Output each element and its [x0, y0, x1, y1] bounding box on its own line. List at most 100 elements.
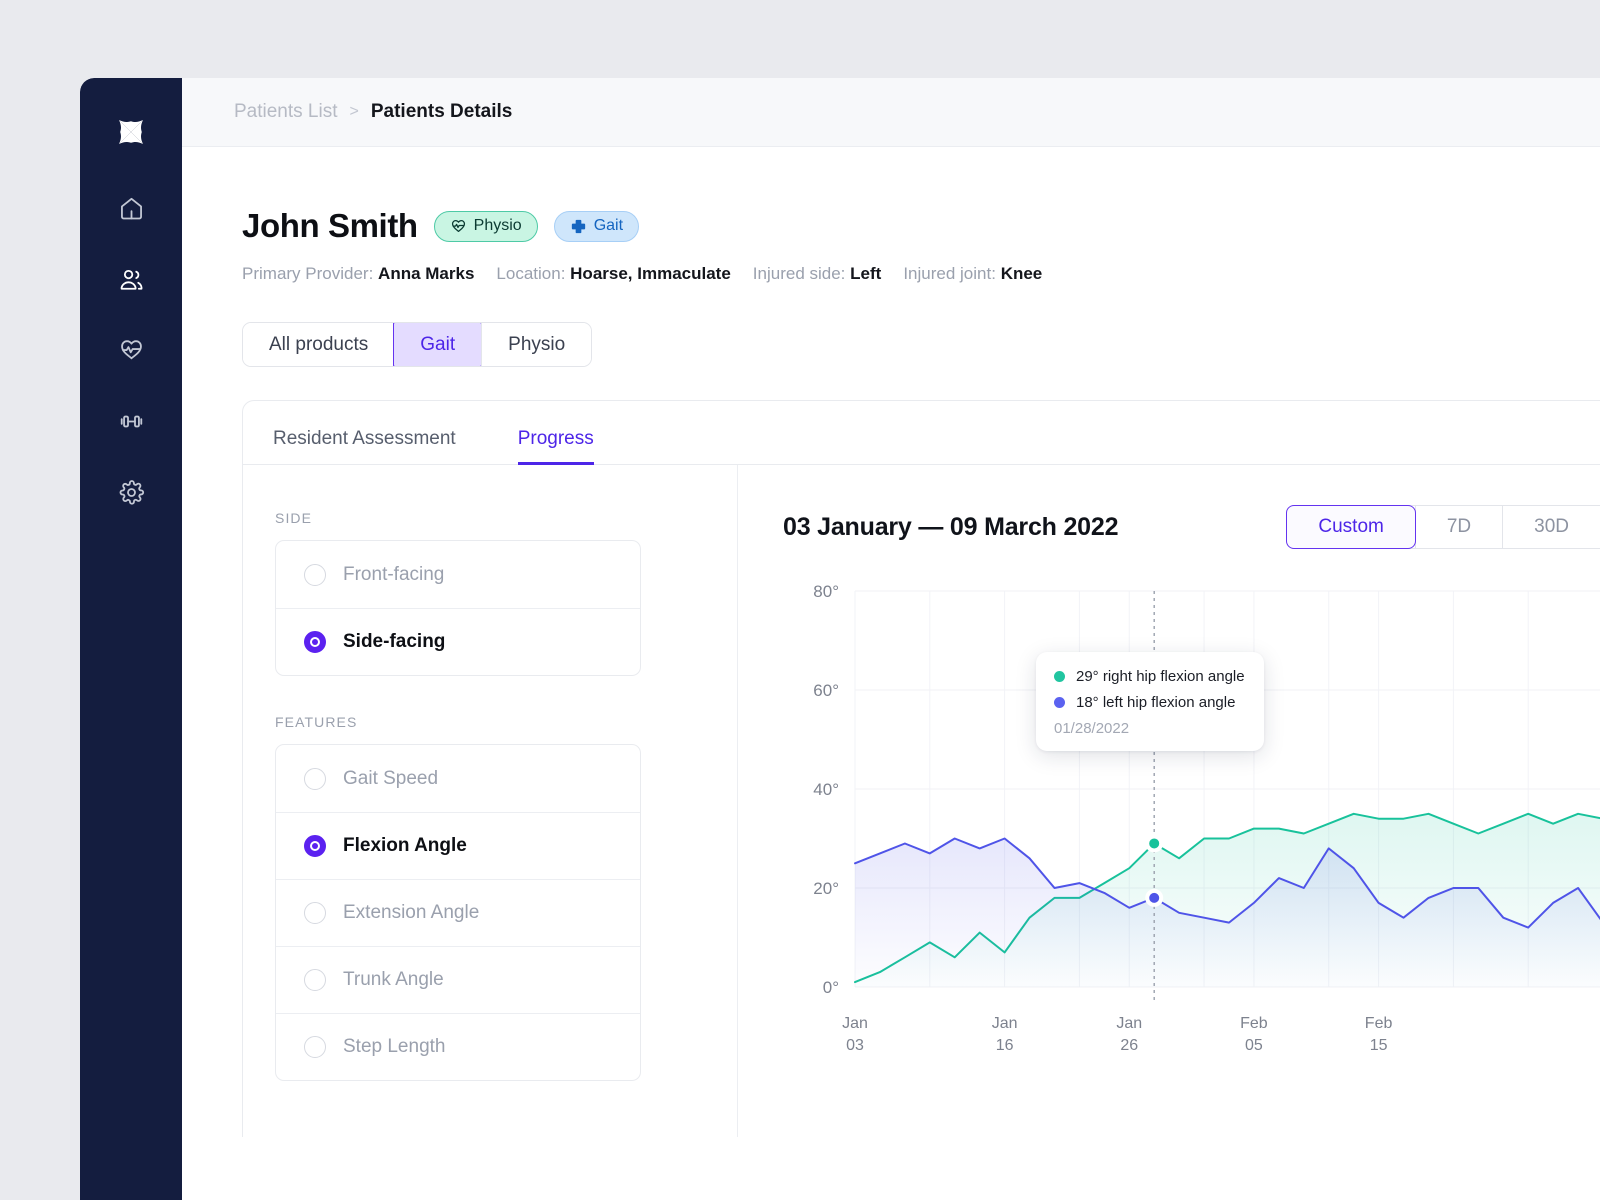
meta-injured-joint: Injured joint: Knee — [903, 264, 1042, 284]
radio-icon — [304, 767, 326, 790]
meta-value: Left — [850, 264, 882, 283]
app-window: Patients List > Patients Details John Sm… — [80, 78, 1600, 1200]
feature-option-label: Gait Speed — [343, 767, 439, 789]
meta-value: Hoarse, Immaculate — [570, 264, 731, 283]
sidebar-item-vitals[interactable] — [105, 324, 157, 376]
chart-tooltip: 29° right hip flexion angle 18° left hip… — [1036, 652, 1264, 751]
radio-icon — [304, 969, 326, 991]
feature-option-gait-speed[interactable]: Gait Speed — [276, 745, 640, 812]
meta-location: Location: Hoarse, Immaculate — [496, 264, 730, 284]
card-body: SIDE Front-facing Side-facing FEATURES G… — [243, 465, 1600, 1137]
svg-text:60°: 60° — [813, 681, 839, 700]
breadcrumb: Patients List > Patients Details — [182, 78, 1600, 147]
product-tab-gait[interactable]: Gait — [393, 323, 483, 366]
feature-option-label: Extension Angle — [343, 902, 480, 923]
date-range-segmented: Custom 7D 30D — [1286, 505, 1600, 549]
gear-icon — [119, 479, 144, 505]
dumbbell-icon — [120, 415, 142, 427]
progress-card: Resident Assessment Progress SIDE Front-… — [242, 400, 1600, 1137]
x-tick-label: Jan 26 — [1116, 1015, 1143, 1054]
svg-text:40°: 40° — [813, 780, 839, 799]
chart-plot-area: 0° 20° 40° 60° 80° 29° right hip flexion ang… — [783, 579, 1600, 1079]
meta-injured-side: Injured side: Left — [753, 264, 882, 284]
product-tab-physio[interactable]: Physio — [481, 323, 592, 366]
filters-panel: SIDE Front-facing Side-facing FEATURES G… — [243, 465, 738, 1137]
home-icon — [120, 197, 142, 219]
feature-option-step-length[interactable]: Step Length — [276, 1013, 640, 1080]
tooltip-date: 01/28/2022 — [1054, 720, 1130, 737]
side-option-label: Side-facing — [343, 631, 446, 652]
meta-label: Location: — [496, 264, 566, 283]
range-option-30d[interactable]: 30D — [1502, 506, 1600, 548]
svg-text:20°: 20° — [813, 879, 839, 898]
heart-pulse-icon — [120, 339, 142, 359]
chart-panel: 03 January — 09 March 2022 Custom 7D 30D… — [738, 465, 1600, 1137]
breadcrumb-parent[interactable]: Patients List — [234, 101, 338, 123]
feature-option-flexion-angle[interactable]: Flexion Angle — [276, 812, 640, 879]
x-star-logo-icon — [119, 120, 143, 144]
feature-option-label: Trunk Angle — [343, 969, 444, 990]
features-radio-group: Gait Speed Flexion Angle Extension Angle — [275, 744, 641, 1081]
app-logo[interactable] — [105, 106, 157, 158]
chart-header: 03 January — 09 March 2022 Custom 7D 30D — [783, 505, 1600, 549]
meta-value: Anna Marks — [378, 264, 475, 283]
meta-label: Injured side: — [752, 264, 846, 283]
sidebar-item-settings[interactable] — [105, 466, 157, 518]
side-radio-group: Front-facing Side-facing — [275, 540, 641, 676]
breadcrumb-separator-icon: > — [349, 103, 359, 120]
page-content: John Smith Physio Gait Primary Provider:… — [182, 147, 1600, 1200]
badge-gait[interactable]: Gait — [553, 210, 640, 242]
sidebar-item-patients[interactable] — [105, 253, 157, 305]
tooltip-row-left: 18° left hip flexion angle — [1054, 694, 1246, 711]
medical-cross-icon — [571, 219, 585, 233]
badge-physio-label: Physio — [473, 217, 522, 234]
tab-resident-assessment[interactable]: Resident Assessment — [273, 428, 456, 465]
heart-pulse-icon — [451, 219, 465, 232]
tooltip-text-right: 29° right hip flexion angle — [1076, 668, 1245, 685]
sidebar — [80, 78, 182, 1200]
meta-label: Primary Provider: — [242, 264, 374, 283]
feature-option-extension-angle[interactable]: Extension Angle — [276, 879, 640, 946]
x-tick-label: Jan 16 — [991, 1015, 1018, 1054]
x-tick-label: Feb 05 — [1240, 1015, 1268, 1054]
feature-option-label: Step Length — [343, 1036, 446, 1057]
chart-date-range-title: 03 January — 09 March 2022 — [783, 512, 1119, 541]
patient-meta-row: Primary Provider: Anna Marks Location: H… — [242, 264, 1600, 284]
meta-label: Injured joint: — [903, 264, 996, 283]
main-area: Patients List > Patients Details John Sm… — [182, 78, 1600, 1200]
page-title: John Smith — [242, 207, 418, 244]
badge-physio[interactable]: Physio — [433, 210, 538, 242]
side-option-side-facing[interactable]: Side-facing — [276, 608, 640, 675]
tooltip-text-left: 18° left hip flexion angle — [1076, 694, 1236, 711]
x-tick-label: Feb 15 — [1364, 1015, 1393, 1054]
tooltip-row-right: 29° right hip flexion angle — [1054, 668, 1246, 685]
radio-icon — [304, 902, 326, 924]
users-icon — [120, 269, 142, 290]
meta-value: Knee — [1000, 264, 1043, 283]
radio-icon — [304, 1036, 326, 1058]
card-tab-bar: Resident Assessment Progress — [243, 401, 1600, 465]
filter-group-features-label: FEATURES — [275, 714, 358, 730]
side-option-front-facing[interactable]: Front-facing — [276, 541, 640, 608]
patient-header: John Smith Physio Gait Primary Provider:… — [242, 147, 1600, 284]
x-tick-label: Jan 03 — [842, 1015, 868, 1054]
side-option-label: Front-facing — [343, 563, 445, 585]
product-tab-all-products[interactable]: All products — [243, 323, 395, 366]
tooltip-dot-blue — [1054, 697, 1065, 708]
feature-option-trunk-angle[interactable]: Trunk Angle — [276, 946, 640, 1013]
patient-name-row: John Smith Physio Gait — [242, 207, 1600, 245]
tooltip-dot-teal — [1054, 671, 1065, 682]
filter-group-side-label: SIDE — [275, 510, 313, 526]
svg-text:80°: 80° — [813, 582, 839, 601]
range-option-custom[interactable]: Custom — [1286, 505, 1416, 549]
tab-progress[interactable]: Progress — [517, 428, 594, 465]
product-filter-segmented: All products Gait Physio — [242, 322, 593, 367]
radio-selected-icon — [304, 835, 326, 857]
range-option-7d[interactable]: 7D — [1414, 506, 1502, 548]
breadcrumb-current: Patients Details — [370, 101, 513, 122]
svg-text:0°: 0° — [823, 978, 839, 997]
badge-gait-label: Gait — [593, 217, 624, 234]
sidebar-item-exercises[interactable] — [105, 395, 157, 447]
sidebar-item-home[interactable] — [105, 182, 157, 234]
feature-option-label: Flexion Angle — [343, 835, 467, 856]
